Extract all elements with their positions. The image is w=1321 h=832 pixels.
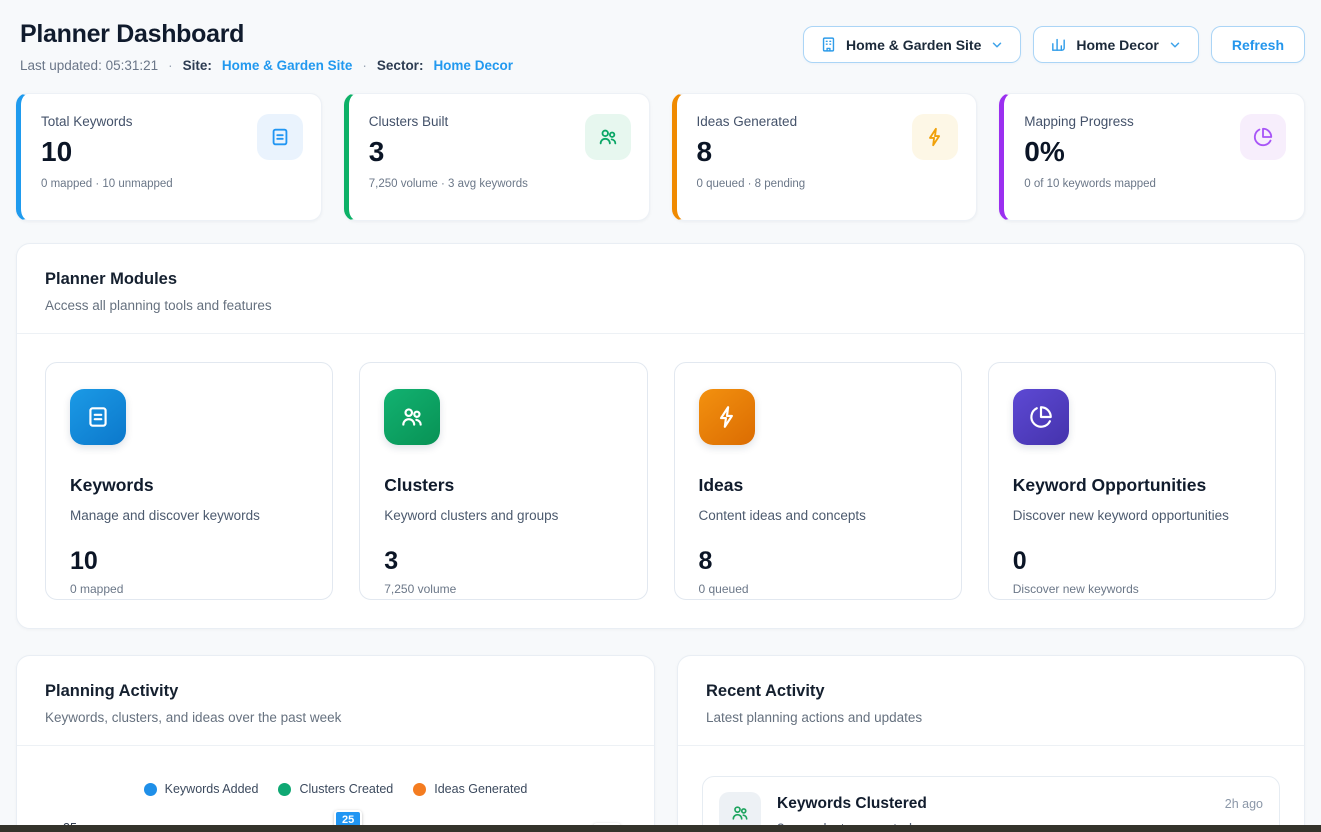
planning-activity-title: Planning Activity	[45, 682, 626, 701]
last-updated-text: Last updated: 05:31:21	[20, 58, 158, 73]
module-title: Ideas	[699, 475, 937, 496]
stat-card-ideas-generated: Ideas Generated 8 0 queued · 8 pending	[672, 93, 978, 221]
module-subtext: 0 queued	[699, 582, 937, 596]
recent-activity-title: Recent Activity	[706, 682, 1276, 701]
stat-subtext: 0 queued · 8 pending	[697, 178, 957, 190]
meta-row: Last updated: 05:31:21 · Site: Home & Ga…	[20, 58, 513, 73]
separator-dot: ·	[168, 58, 173, 73]
module-subtext: 7,250 volume	[384, 582, 622, 596]
module-description: Content ideas and concepts	[699, 508, 937, 523]
legend-item-keywords-added[interactable]: Keywords Added	[144, 782, 259, 796]
planning-activity-subtitle: Keywords, clusters, and ideas over the p…	[45, 710, 626, 725]
sector-link[interactable]: Home Decor	[433, 58, 513, 73]
stats-row: Total Keywords 10 0 mapped · 10 unmapped…	[16, 93, 1305, 221]
users-icon	[384, 389, 440, 445]
stat-subtext: 0 of 10 keywords mapped	[1024, 178, 1284, 190]
module-description: Keyword clusters and groups	[384, 508, 622, 523]
legend-dot-icon	[144, 783, 157, 796]
document-icon	[257, 114, 303, 160]
module-card-keyword-opportunities[interactable]: Keyword Opportunities Discover new keywo…	[988, 362, 1276, 600]
sector-selector-dropdown[interactable]: Home Decor	[1033, 26, 1198, 63]
module-value: 8	[699, 547, 937, 576]
legend-item-clusters-created[interactable]: Clusters Created	[278, 782, 393, 796]
stat-subtext: 0 mapped · 10 unmapped	[41, 178, 301, 190]
stat-subtext: 7,250 volume · 3 avg keywords	[369, 178, 629, 190]
planning-activity-header: Planning Activity Keywords, clusters, an…	[17, 656, 654, 745]
site-selector-label: Home & Garden Site	[846, 37, 981, 53]
bolt-icon	[912, 114, 958, 160]
header: Planner Dashboard Last updated: 05:31:21…	[0, 0, 1321, 73]
pie-chart-icon	[1240, 114, 1286, 160]
chevron-down-icon	[1168, 38, 1182, 52]
stat-card-total-keywords: Total Keywords 10 0 mapped · 10 unmapped	[16, 93, 322, 221]
page-title: Planner Dashboard	[20, 20, 513, 49]
planner-modules-section: Planner Modules Access all planning tool…	[16, 243, 1305, 629]
recent-activity-header: Recent Activity Latest planning actions …	[678, 656, 1304, 745]
bolt-icon	[699, 389, 755, 445]
site-selector-dropdown[interactable]: Home & Garden Site	[803, 26, 1021, 63]
module-subtext: 0 mapped	[70, 582, 308, 596]
header-actions: Home & Garden Site Home Decor Refresh	[803, 26, 1305, 63]
module-card-ideas[interactable]: Ideas Content ideas and concepts 8 0 que…	[674, 362, 962, 600]
site-link[interactable]: Home & Garden Site	[222, 58, 353, 73]
site-label: Site:	[183, 58, 212, 73]
bar-chart-icon	[1050, 36, 1067, 53]
taskbar-edge	[0, 825, 1321, 832]
recent-activity-list: Keywords Clustered 2h ago 3 new clusters…	[678, 746, 1304, 832]
modules-header: Planner Modules Access all planning tool…	[17, 244, 1304, 333]
activity-timestamp: 2h ago	[1225, 797, 1263, 811]
legend-label: Clusters Created	[299, 782, 393, 796]
modules-title: Planner Modules	[45, 270, 1276, 289]
stat-card-clusters-built: Clusters Built 3 7,250 volume · 3 avg ke…	[344, 93, 650, 221]
module-subtext: Discover new keywords	[1013, 582, 1251, 596]
recent-activity-subtitle: Latest planning actions and updates	[706, 710, 1276, 725]
bottom-row: Planning Activity Keywords, clusters, an…	[16, 655, 1305, 832]
module-title: Keywords	[70, 475, 308, 496]
modules-body: Keywords Manage and discover keywords 10…	[17, 334, 1304, 628]
module-value: 3	[384, 547, 622, 576]
module-value: 0	[1013, 547, 1251, 576]
users-icon	[585, 114, 631, 160]
stat-card-mapping-progress: Mapping Progress 0% 0 of 10 keywords map…	[999, 93, 1305, 221]
module-description: Discover new keyword opportunities	[1013, 508, 1251, 523]
legend-dot-icon	[413, 783, 426, 796]
activity-title: Keywords Clustered	[777, 795, 927, 813]
header-left: Planner Dashboard Last updated: 05:31:21…	[20, 20, 513, 73]
modules-grid: Keywords Manage and discover keywords 10…	[45, 362, 1276, 600]
separator-dot: ·	[362, 58, 367, 73]
module-value: 10	[70, 547, 308, 576]
refresh-button[interactable]: Refresh	[1211, 26, 1305, 63]
chevron-down-icon	[990, 38, 1004, 52]
recent-activity-panel: Recent Activity Latest planning actions …	[677, 655, 1305, 832]
chart-legend: Keywords Added Clusters Created Ideas Ge…	[17, 746, 654, 796]
legend-label: Keywords Added	[165, 782, 259, 796]
document-icon	[70, 389, 126, 445]
planning-activity-panel: Planning Activity Keywords, clusters, an…	[16, 655, 655, 832]
legend-dot-icon	[278, 783, 291, 796]
module-card-clusters[interactable]: Clusters Keyword clusters and groups 3 7…	[359, 362, 647, 600]
legend-label: Ideas Generated	[434, 782, 527, 796]
list-item: Keywords Clustered 2h ago 3 new clusters…	[702, 776, 1280, 832]
pie-chart-icon	[1013, 389, 1069, 445]
module-title: Keyword Opportunities	[1013, 475, 1251, 496]
module-description: Manage and discover keywords	[70, 508, 308, 523]
building-icon	[820, 36, 837, 53]
module-title: Clusters	[384, 475, 622, 496]
legend-item-ideas-generated[interactable]: Ideas Generated	[413, 782, 527, 796]
sector-selector-label: Home Decor	[1076, 37, 1158, 53]
modules-subtitle: Access all planning tools and features	[45, 298, 1276, 313]
sector-label: Sector:	[377, 58, 424, 73]
module-card-keywords[interactable]: Keywords Manage and discover keywords 10…	[45, 362, 333, 600]
